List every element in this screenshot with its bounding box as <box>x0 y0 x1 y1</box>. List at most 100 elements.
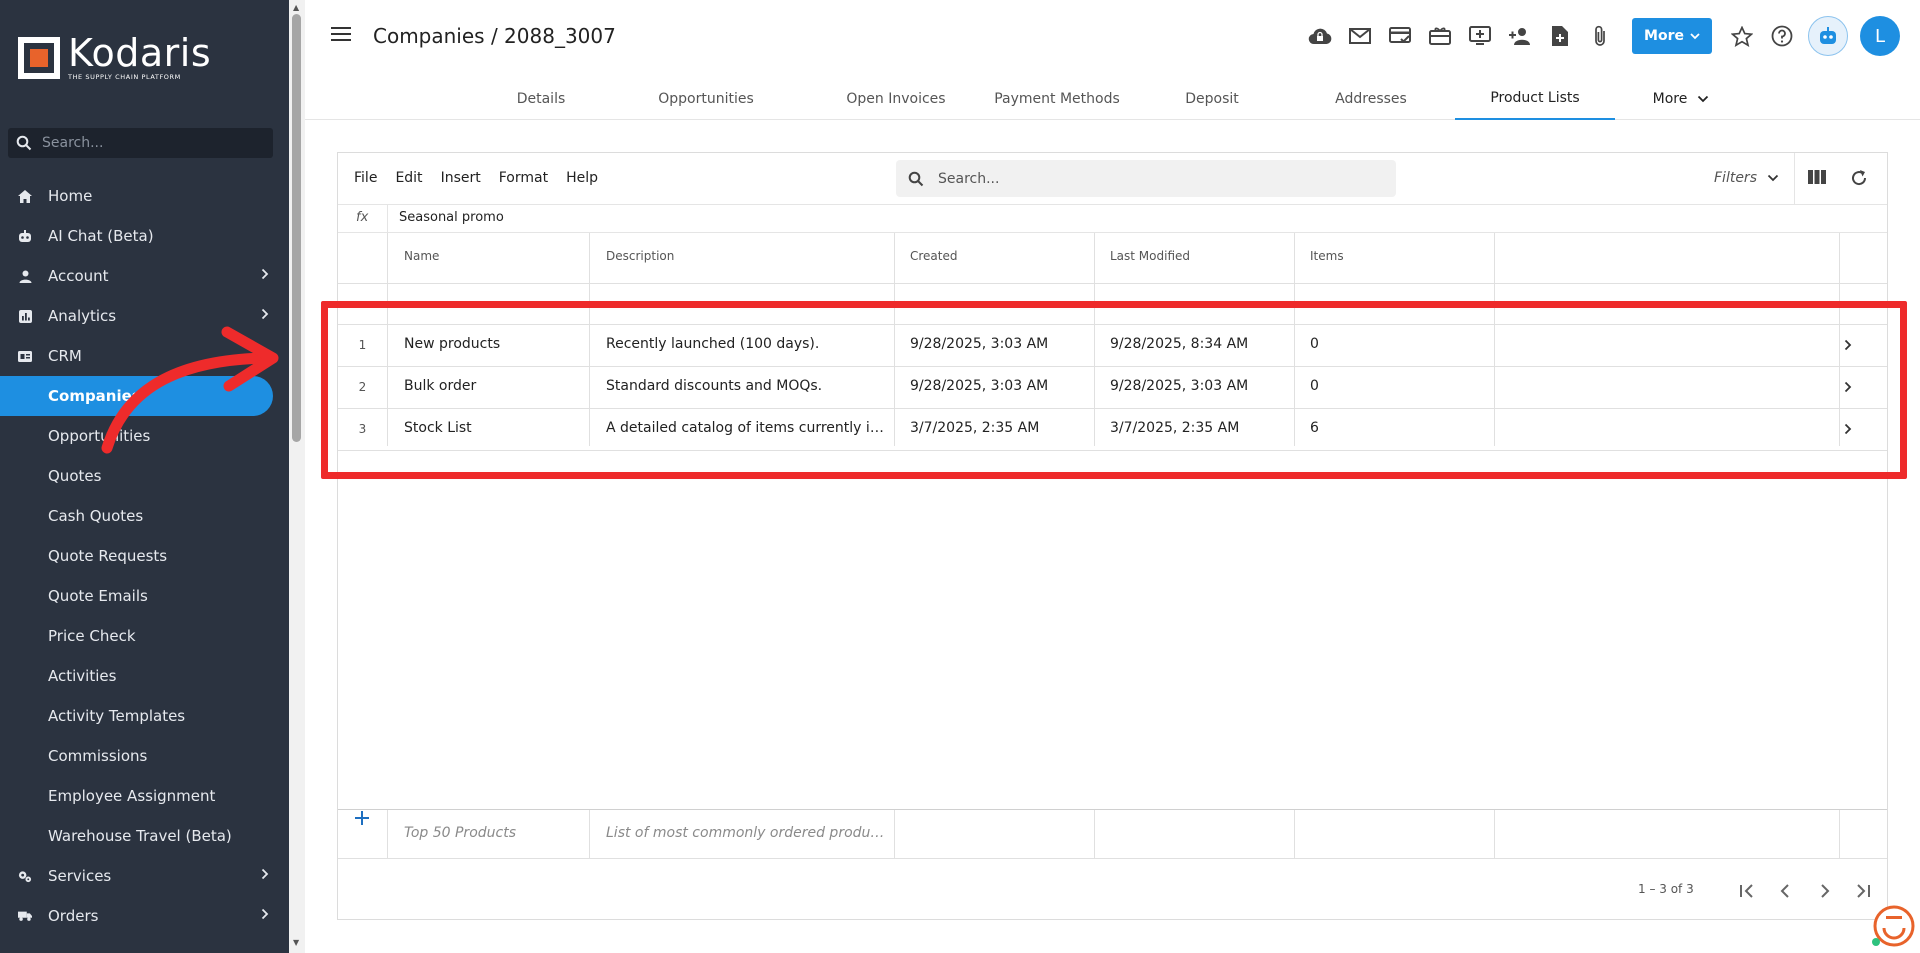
home-icon <box>18 189 32 203</box>
sidebar-item-quotes[interactable]: Quotes <box>0 456 289 496</box>
grid-search-input[interactable] <box>938 170 1378 187</box>
new-row-name-input[interactable]: Top 50 Products <box>404 825 584 841</box>
company-tabs: Details Opportunities Open Invoices Paym… <box>305 78 1920 120</box>
sidebar-item-label: Quote Requests <box>48 547 168 565</box>
add-person-icon[interactable] <box>1500 18 1540 54</box>
robot-icon <box>1820 27 1836 44</box>
column-header-last-modified[interactable]: Last Modified <box>1110 249 1190 263</box>
formula-bar-value[interactable]: Seasonal promo <box>399 210 504 225</box>
column-header-created[interactable]: Created <box>910 249 958 263</box>
sidebar-search-input[interactable] <box>42 135 262 151</box>
last-page-icon[interactable] <box>1854 883 1872 899</box>
add-to-screen-icon[interactable] <box>1460 18 1500 54</box>
grid-search[interactable] <box>896 160 1396 197</box>
gift-card-icon[interactable] <box>1420 18 1460 54</box>
user-avatar[interactable]: L <box>1860 16 1900 56</box>
sidebar-item-activity-templates[interactable]: Activity Templates <box>0 696 289 736</box>
grid-line <box>894 810 895 858</box>
tab-payment-methods[interactable]: Payment Methods <box>987 78 1127 120</box>
sidebar-item-orders[interactable]: Orders <box>0 896 289 936</box>
tab-opportunities[interactable]: Opportunities <box>646 78 766 120</box>
add-row-icon[interactable] <box>350 806 374 830</box>
logo-mark-icon <box>18 36 60 79</box>
attachment-icon[interactable] <box>1580 18 1620 54</box>
sidebar-item-label: Quote Emails <box>48 587 148 605</box>
annotation-arrow-icon <box>101 326 279 454</box>
logo-tagline: THE SUPPLY CHAIN PLATFORM <box>68 73 181 81</box>
chevron-down-icon <box>1698 95 1709 103</box>
chevron-down-icon <box>1767 174 1779 182</box>
filters-label: Filters <box>1714 170 1757 186</box>
sidebar-item-warehouse-travel[interactable]: Warehouse Travel (Beta) <box>0 816 289 856</box>
add-document-icon[interactable] <box>1540 18 1580 54</box>
tab-more[interactable]: More <box>1641 78 1721 120</box>
scroll-down-arrow-icon[interactable]: ▼ <box>293 938 299 947</box>
first-page-icon[interactable] <box>1738 883 1756 899</box>
menu-insert[interactable]: Insert <box>441 170 481 186</box>
logo-name: Kodaris <box>68 31 212 75</box>
next-page-icon[interactable] <box>1818 883 1832 899</box>
sidebar-item-cash-quotes[interactable]: Cash Quotes <box>0 496 289 536</box>
menu-file[interactable]: File <box>354 170 377 186</box>
sidebar-item-label: Quotes <box>48 467 102 485</box>
sidebar-item-activities[interactable]: Activities <box>0 656 289 696</box>
filters-dropdown[interactable]: Filters <box>1714 170 1779 186</box>
support-chat-icon[interactable] <box>1868 902 1916 950</box>
sidebar-item-quote-emails[interactable]: Quote Emails <box>0 576 289 616</box>
sidebar-item-label: Commissions <box>48 747 148 765</box>
services-icon <box>18 869 32 883</box>
sidebar: Kodaris THE SUPPLY CHAIN PLATFORM Home A… <box>0 0 289 953</box>
new-row-description-input[interactable]: List of most commonly ordered products <box>606 825 890 841</box>
column-header-items[interactable]: Items <box>1310 249 1344 263</box>
column-header-description[interactable]: Description <box>606 249 674 263</box>
chevron-right-icon <box>261 908 269 920</box>
grid-line <box>1094 810 1095 858</box>
sidebar-search[interactable] <box>8 128 273 158</box>
ai-assistant-button[interactable] <box>1808 16 1848 56</box>
payment-card-check-icon[interactable] <box>1380 18 1420 54</box>
tab-details[interactable]: Details <box>491 78 591 120</box>
sidebar-item-employee-assignment[interactable]: Employee Assignment <box>0 776 289 816</box>
previous-page-icon[interactable] <box>1778 883 1792 899</box>
chevron-right-icon <box>261 308 269 320</box>
star-icon[interactable] <box>1722 18 1762 54</box>
person-icon <box>18 269 32 283</box>
hamburger-menu-icon[interactable] <box>331 26 351 42</box>
sidebar-item-home[interactable]: Home <box>0 176 289 216</box>
menu-help[interactable]: Help <box>566 170 598 186</box>
sidebar-item-price-check[interactable]: Price Check <box>0 616 289 656</box>
header-toolbar: More L <box>1300 16 1920 56</box>
help-icon[interactable] <box>1762 18 1802 54</box>
formula-bar[interactable]: fx Seasonal promo <box>338 205 1887 233</box>
tab-addresses[interactable]: Addresses <box>1311 78 1431 120</box>
tab-deposit[interactable]: Deposit <box>1157 78 1267 120</box>
search-icon <box>16 135 32 151</box>
sidebar-item-commissions[interactable]: Commissions <box>0 736 289 776</box>
grid-line <box>338 858 1887 859</box>
sidebar-item-services[interactable]: Services <box>0 856 289 896</box>
sidebar-item-label: Orders <box>48 907 99 925</box>
pager-range: 1 – 3 of 3 <box>1638 882 1694 896</box>
scroll-up-arrow-icon[interactable]: ▲ <box>293 3 299 12</box>
sidebar-item-label: Services <box>48 867 112 885</box>
sidebar-item-quote-requests[interactable]: Quote Requests <box>0 536 289 576</box>
refresh-icon[interactable] <box>1849 168 1869 188</box>
cloud-lock-icon[interactable] <box>1300 18 1340 54</box>
more-actions-button[interactable]: More <box>1632 18 1712 54</box>
kodaris-logo[interactable]: Kodaris THE SUPPLY CHAIN PLATFORM <box>18 34 211 81</box>
chevron-right-icon <box>261 268 269 280</box>
crm-icon <box>18 349 32 363</box>
mail-icon[interactable] <box>1340 18 1380 54</box>
menu-format[interactable]: Format <box>499 170 548 186</box>
sidebar-item-account[interactable]: Account <box>0 256 289 296</box>
fx-icon: fx <box>356 210 369 225</box>
menu-edit[interactable]: Edit <box>395 170 422 186</box>
sidebar-scrollbar-thumb[interactable] <box>292 14 301 442</box>
column-header-name[interactable]: Name <box>404 249 439 263</box>
tab-open-invoices[interactable]: Open Invoices <box>836 78 956 120</box>
sidebar-item-ai-chat[interactable]: AI Chat (Beta) <box>0 216 289 256</box>
sidebar-nav: Home AI Chat (Beta) Account Analytics CR… <box>0 176 289 936</box>
tab-product-lists[interactable]: Product Lists <box>1455 78 1615 120</box>
columns-icon[interactable] <box>1808 169 1826 185</box>
sidebar-item-label: Account <box>48 267 109 285</box>
